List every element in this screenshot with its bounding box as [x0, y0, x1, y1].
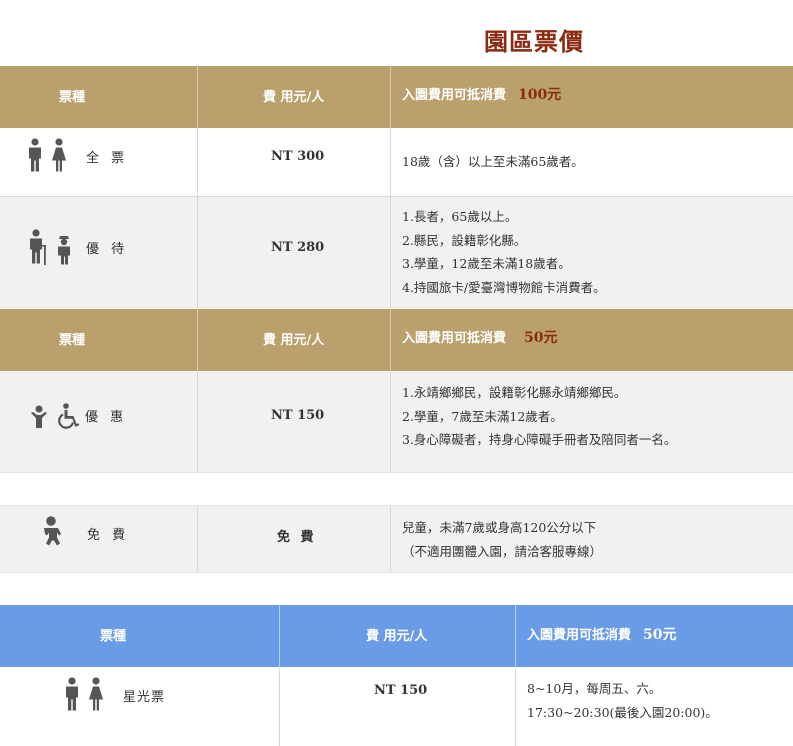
header-fee: 費 用元/人: [263, 90, 325, 105]
table-row: 全 票 NT 300 18歲（含）以上至未滿65歲者。: [0, 128, 793, 196]
wheelchair-icon: [58, 403, 80, 429]
header-credit: 入園費用可抵消費: [402, 331, 507, 346]
man-icon: [66, 677, 78, 711]
ticket-desc-line: 2.學童，7歲至未滿12歲者。: [402, 408, 563, 424]
table-row: 優 惠 NT 150 1.永靖鄉鄉民，設籍彰化縣永靖鄉鄉民。 2.學童，7歲至未…: [0, 371, 793, 472]
divider: [0, 472, 793, 473]
ticket-desc-line: 3.身心障礙者，持身心障礙手冊者及陪同者一名。: [402, 432, 677, 447]
ticket-price-discount: NT 150: [271, 408, 325, 423]
child-icon: [31, 405, 47, 428]
header-ticket-type: 票種: [100, 629, 127, 644]
header-fee: 費 用元/人: [366, 629, 428, 644]
ticket-desc-line: 1.長者，65歲以上。: [402, 209, 518, 224]
ticket-desc-line: （不適用團體入園，請洽客服專線）: [402, 543, 603, 559]
ticket-desc-line: 1.永靖鄉鄉民，設籍彰化縣永靖鄉鄉民。: [402, 385, 627, 400]
baby-icon: [44, 516, 61, 546]
header-ticket-type: 票種: [59, 90, 86, 105]
student-icon: [58, 236, 70, 265]
header-credit-amount: 50元: [524, 330, 558, 346]
header-ticket-type: 票種: [59, 333, 86, 348]
header-fee: 費 用元/人: [263, 333, 325, 348]
man-icon: [29, 138, 41, 172]
ticket-desc-line: 17:30~20:30(最後入園20:00)。: [527, 704, 718, 720]
woman-icon: [52, 138, 66, 172]
header-credit-amount: 100元: [518, 87, 562, 103]
ticket-label-concession: 優 待: [86, 242, 129, 257]
ticket-label-full: 全 票: [86, 151, 129, 166]
ticket-table-header: 票種 費 用元/人 入園費用可抵消費 50元: [0, 605, 793, 667]
ticket-table-header: 票種 費 用元/人 入園費用可抵消費 100元: [0, 66, 793, 128]
header-credit-amount: 50元: [643, 627, 677, 643]
header-credit: 入園費用可抵消費: [402, 88, 507, 103]
ticket-table-header: 票種 費 用元/人 入園費用可抵消費 50元: [0, 309, 793, 371]
table-row: 免 費 免 費 兒童，未滿7歲或身高120公分以下 （不適用團體入園，請洽客服專…: [0, 505, 793, 573]
woman-icon: [89, 677, 103, 711]
ticket-label-starlight: 星光票: [123, 690, 166, 705]
header-credit: 入園費用可抵消費: [527, 628, 632, 643]
ticket-price-starlight: NT 150: [374, 683, 428, 698]
ticket-label-free: 免 費: [87, 528, 130, 543]
ticket-desc-line: 8~10月，每周五、六。: [527, 681, 662, 696]
ticket-desc-line: 18歲（含）以上至未滿65歲者。: [402, 154, 584, 169]
table-row: 優 待 NT 280 1.長者，65歲以上。 2.縣民，設籍彰化縣。 3.學童，…: [0, 196, 793, 310]
ticket-price-free: 免 費: [277, 530, 317, 545]
table-row: 星光票 NT 150 8~10月，每周五、六。 17:30~20:30(最後入園…: [0, 667, 793, 746]
page-title: 園區票價: [484, 27, 584, 56]
ticket-price-concession: NT 280: [271, 240, 325, 255]
ticket-price-full: NT 300: [271, 149, 325, 164]
ticket-desc-line: 4.持國旅卡/愛臺灣博物館卡消費者。: [402, 279, 606, 295]
ticket-desc-line: 2.縣民，設籍彰化縣。: [402, 232, 527, 248]
ticket-desc-line: 3.學童，12歲至未滿18歲者。: [402, 256, 571, 271]
ticket-label-discount: 優 惠: [85, 410, 128, 425]
ticket-desc-line: 兒童，未滿7歲或身高120公分以下: [402, 520, 597, 535]
elder-icon: [30, 229, 46, 265]
